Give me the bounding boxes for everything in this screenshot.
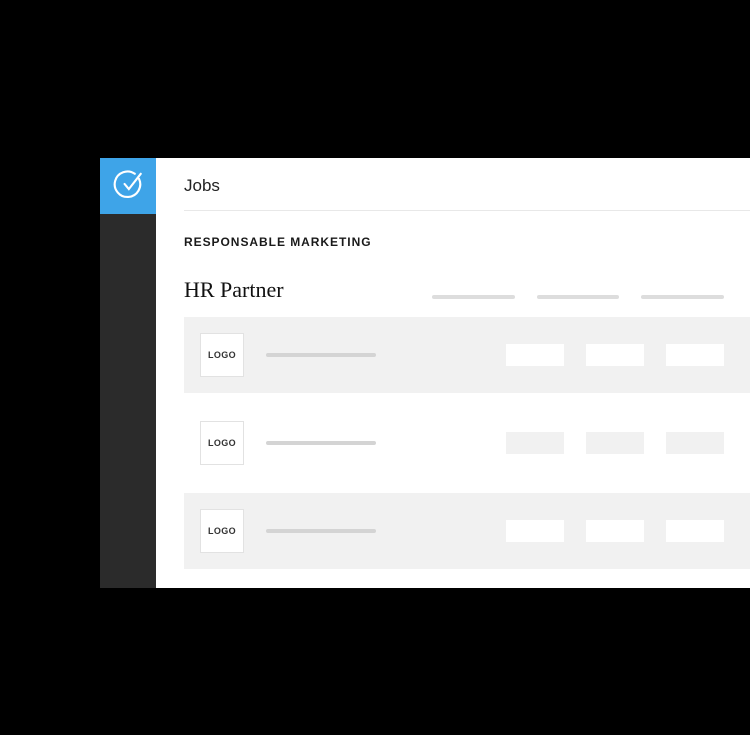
metric-placeholder <box>586 344 644 366</box>
section-title: HR Partner <box>184 277 414 303</box>
partner-row[interactable]: LOGO <box>184 405 750 481</box>
partner-name-placeholder <box>266 441 376 445</box>
column-header-placeholder <box>537 295 620 299</box>
column-header-placeholder <box>641 295 724 299</box>
page-title: Jobs <box>184 176 750 210</box>
partner-row[interactable]: LOGO <box>184 317 750 393</box>
metric-placeholder <box>506 344 564 366</box>
column-headers <box>432 295 750 303</box>
partner-metrics <box>506 344 724 366</box>
check-circle-icon <box>111 167 145 206</box>
partner-logo: LOGO <box>200 421 244 465</box>
job-title: RESPONSABLE MARKETING <box>184 235 750 249</box>
app-window: Jobs RESPONSABLE MARKETING HR Partner LO… <box>100 158 750 588</box>
metric-placeholder <box>586 432 644 454</box>
metric-placeholder <box>506 520 564 542</box>
partner-metrics <box>506 432 724 454</box>
partner-name-placeholder <box>266 353 376 357</box>
divider <box>184 210 750 211</box>
column-header-placeholder <box>432 295 515 299</box>
metric-placeholder <box>666 344 724 366</box>
partner-logo: LOGO <box>200 333 244 377</box>
partner-metrics <box>506 520 724 542</box>
sidebar <box>100 158 156 588</box>
partner-name-placeholder <box>266 529 376 533</box>
section-header-row: HR Partner <box>184 277 750 303</box>
partner-row[interactable]: LOGO <box>184 493 750 569</box>
main-content: Jobs RESPONSABLE MARKETING HR Partner LO… <box>156 158 750 588</box>
metric-placeholder <box>506 432 564 454</box>
partner-list: LOGO LOGO LOGO <box>184 317 750 569</box>
metric-placeholder <box>586 520 644 542</box>
partner-logo: LOGO <box>200 509 244 553</box>
app-logo-tile[interactable] <box>100 158 156 214</box>
metric-placeholder <box>666 432 724 454</box>
metric-placeholder <box>666 520 724 542</box>
